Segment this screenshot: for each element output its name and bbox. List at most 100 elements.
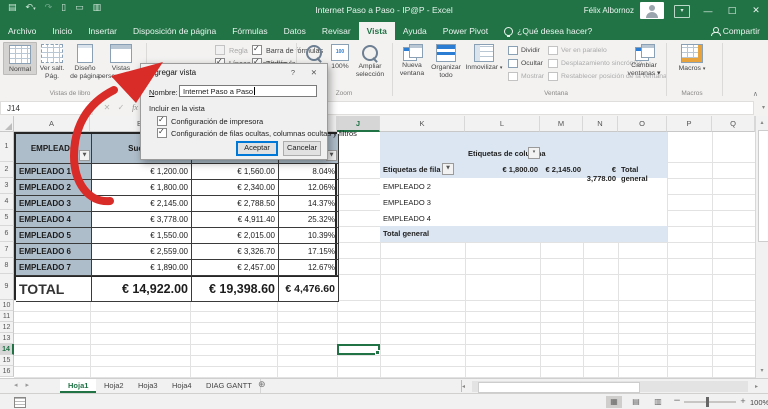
table-cell[interactable]: 14.37% [279, 196, 339, 212]
filter-dropdown-icon[interactable]: ▼ [79, 150, 90, 161]
pivot-column-dropdown-icon[interactable]: ▾ [528, 147, 540, 159]
column-header-M[interactable]: M [540, 116, 583, 132]
table-cell[interactable]: 12.67% [279, 260, 339, 276]
avatar[interactable] [640, 2, 664, 19]
column-header-L[interactable]: L [465, 116, 540, 132]
table-cell[interactable]: € 1,200.00 [92, 164, 192, 180]
column-header-P[interactable]: P [667, 116, 712, 132]
zoom-100-button[interactable]: 100 100% [328, 42, 352, 71]
row-header-4[interactable]: 4 [0, 194, 14, 210]
view-page-layout-icon[interactable]: ▤ [628, 396, 644, 408]
close-button[interactable]: ✕ [744, 0, 768, 22]
macro-record-icon[interactable] [14, 397, 26, 408]
row-header-13[interactable]: 13 [0, 333, 14, 344]
pivot-grand-total-row[interactable]: Total general [383, 229, 429, 238]
table-cell[interactable]: € 1,550.00 [92, 228, 192, 244]
arrange-all-button[interactable]: Organizar todo [428, 42, 464, 80]
tell-me-box[interactable]: ¿Qué desea hacer? [496, 22, 600, 40]
zoom-slider-track[interactable] [684, 401, 736, 403]
user-name[interactable]: Félix Albornoz [584, 6, 634, 15]
zoom-out-icon[interactable]: − [672, 396, 682, 406]
selected-cell-J14[interactable] [337, 344, 380, 355]
table-cell[interactable]: € 2,788.50 [192, 196, 279, 212]
freeze-panes-button[interactable]: Inmovilizar ▾ [464, 42, 504, 72]
pivot-grand-total-header[interactable]: Total general [618, 165, 664, 183]
expand-formula-bar-icon[interactable]: ▾ [762, 104, 765, 111]
table-cell[interactable]: € 2,340.00 [192, 180, 279, 196]
new-sheet-icon[interactable]: ⊕ [258, 380, 266, 390]
table-cell[interactable]: EMPLEADO 3 [16, 196, 92, 212]
column-header-Q[interactable]: Q [712, 116, 755, 132]
table-cell[interactable]: EMPLEADO 5 [16, 228, 92, 244]
table-cell[interactable]: € 1,800.00 [92, 180, 192, 196]
table-cell[interactable]: € 3,778.00 [92, 212, 192, 228]
split-button[interactable]: Dividir [508, 46, 540, 55]
scroll-up-icon[interactable]: ▴ [756, 117, 768, 129]
ribbon-display-options-icon[interactable]: ▾ [674, 5, 690, 18]
sheet-nav-arrows[interactable]: ◂▸ [14, 381, 37, 389]
open-icon[interactable]: ▭ [75, 3, 84, 13]
pivot-row-item[interactable]: EMPLEADO 3 [383, 198, 431, 207]
table-cell[interactable]: € 4,911.40 [192, 212, 279, 228]
table-cell[interactable]: 17.15% [279, 244, 339, 260]
page-break-view-button[interactable]: Ver salt. Pág. [37, 42, 67, 81]
pivot-column-value[interactable]: € 1,800.00 [465, 165, 538, 174]
printer-settings-checkbox[interactable]: Configuración de impresora [157, 116, 263, 126]
table-cell[interactable]: € 2,145.00 [92, 196, 192, 212]
zoom-level[interactable]: 100% [750, 398, 768, 407]
undo-icon[interactable]: ↶▾ [26, 3, 36, 13]
scroll-left-icon[interactable]: ◂ [462, 383, 465, 390]
tab-datos[interactable]: Datos [276, 22, 314, 40]
macros-button[interactable]: Macros ▾ [674, 42, 710, 73]
vertical-scroll-thumb[interactable] [758, 130, 768, 242]
vertical-scrollbar[interactable]: ▴ ▾ [755, 116, 768, 378]
zoom-to-selection-button[interactable]: Ampliar selección [352, 42, 388, 79]
row-header-6[interactable]: 6 [0, 226, 14, 242]
zoom-in-icon[interactable]: + [738, 396, 748, 406]
sheet-tab-hoja4[interactable]: Hoja4 [164, 379, 201, 393]
tab-archivo[interactable]: Archivo [0, 22, 44, 40]
table-cell[interactable]: EMPLEADO 4 [16, 212, 92, 228]
pivot-row-filter-icon[interactable]: ▼ [442, 163, 454, 175]
print-preview-icon[interactable]: ▥ [93, 3, 102, 13]
switch-windows-button[interactable]: Cambiar ventanas ▾ [626, 42, 662, 78]
tab-vista[interactable]: Vista [359, 22, 395, 40]
table-cell[interactable]: EMPLEADO 2 [16, 180, 92, 196]
row-header-1[interactable]: 1 [0, 132, 14, 162]
scroll-down-icon[interactable]: ▾ [756, 365, 768, 377]
collapse-ribbon-icon[interactable]: ∧ [753, 90, 758, 98]
dialog-close-icon[interactable]: ✕ [311, 68, 317, 77]
undo-caret-icon[interactable]: ▾ [33, 6, 36, 12]
name-box[interactable]: J14 [0, 101, 93, 115]
table-cell[interactable]: € 1,890.00 [92, 260, 192, 276]
table-cell[interactable]: EMPLEADO 6 [16, 244, 92, 260]
tab-revisar[interactable]: Revisar [314, 22, 359, 40]
normal-view-button[interactable]: Normal [3, 42, 37, 75]
table-cell[interactable]: € 2,457.00 [192, 260, 279, 276]
row-header-8[interactable]: 8 [0, 258, 14, 274]
table-cell[interactable]: € 1,560.00 [192, 164, 279, 180]
column-header-A[interactable]: A [14, 116, 90, 132]
maximize-button[interactable]: □ [720, 0, 744, 22]
pivot-row-labels[interactable]: Etiquetas de fila [383, 165, 441, 174]
row-header-3[interactable]: 3 [0, 178, 14, 194]
cancel-button[interactable]: Cancelar [283, 141, 321, 156]
minimize-button[interactable]: — [696, 0, 720, 22]
select-all-corner[interactable] [0, 116, 14, 132]
sheet-prev-icon[interactable]: ◂ [14, 381, 26, 389]
accept-button[interactable]: Aceptar [236, 141, 278, 156]
sheet-next-icon[interactable]: ▸ [26, 381, 38, 389]
row-header-7[interactable]: 7 [0, 242, 14, 258]
table-cell[interactable]: € 2,015.00 [192, 228, 279, 244]
sheet-tab-hoja2[interactable]: Hoja2 [96, 379, 133, 393]
table-total-cell[interactable]: € 14,922.00 [92, 276, 192, 302]
column-header-K[interactable]: K [380, 116, 465, 132]
table-cell[interactable]: EMPLEADO 1 [16, 164, 92, 180]
hidden-rows-columns-checkbox[interactable]: Configuración de filas ocultas, columnas… [157, 128, 357, 138]
tab-ayuda[interactable]: Ayuda [395, 22, 435, 40]
checkbox-checked-icon[interactable] [157, 116, 167, 126]
table-cell[interactable]: 8.04% [279, 164, 339, 180]
hide-button[interactable]: Ocultar [508, 59, 543, 68]
save-icon[interactable]: ▤ [8, 3, 17, 13]
row-header-14[interactable]: 14 [0, 344, 14, 355]
